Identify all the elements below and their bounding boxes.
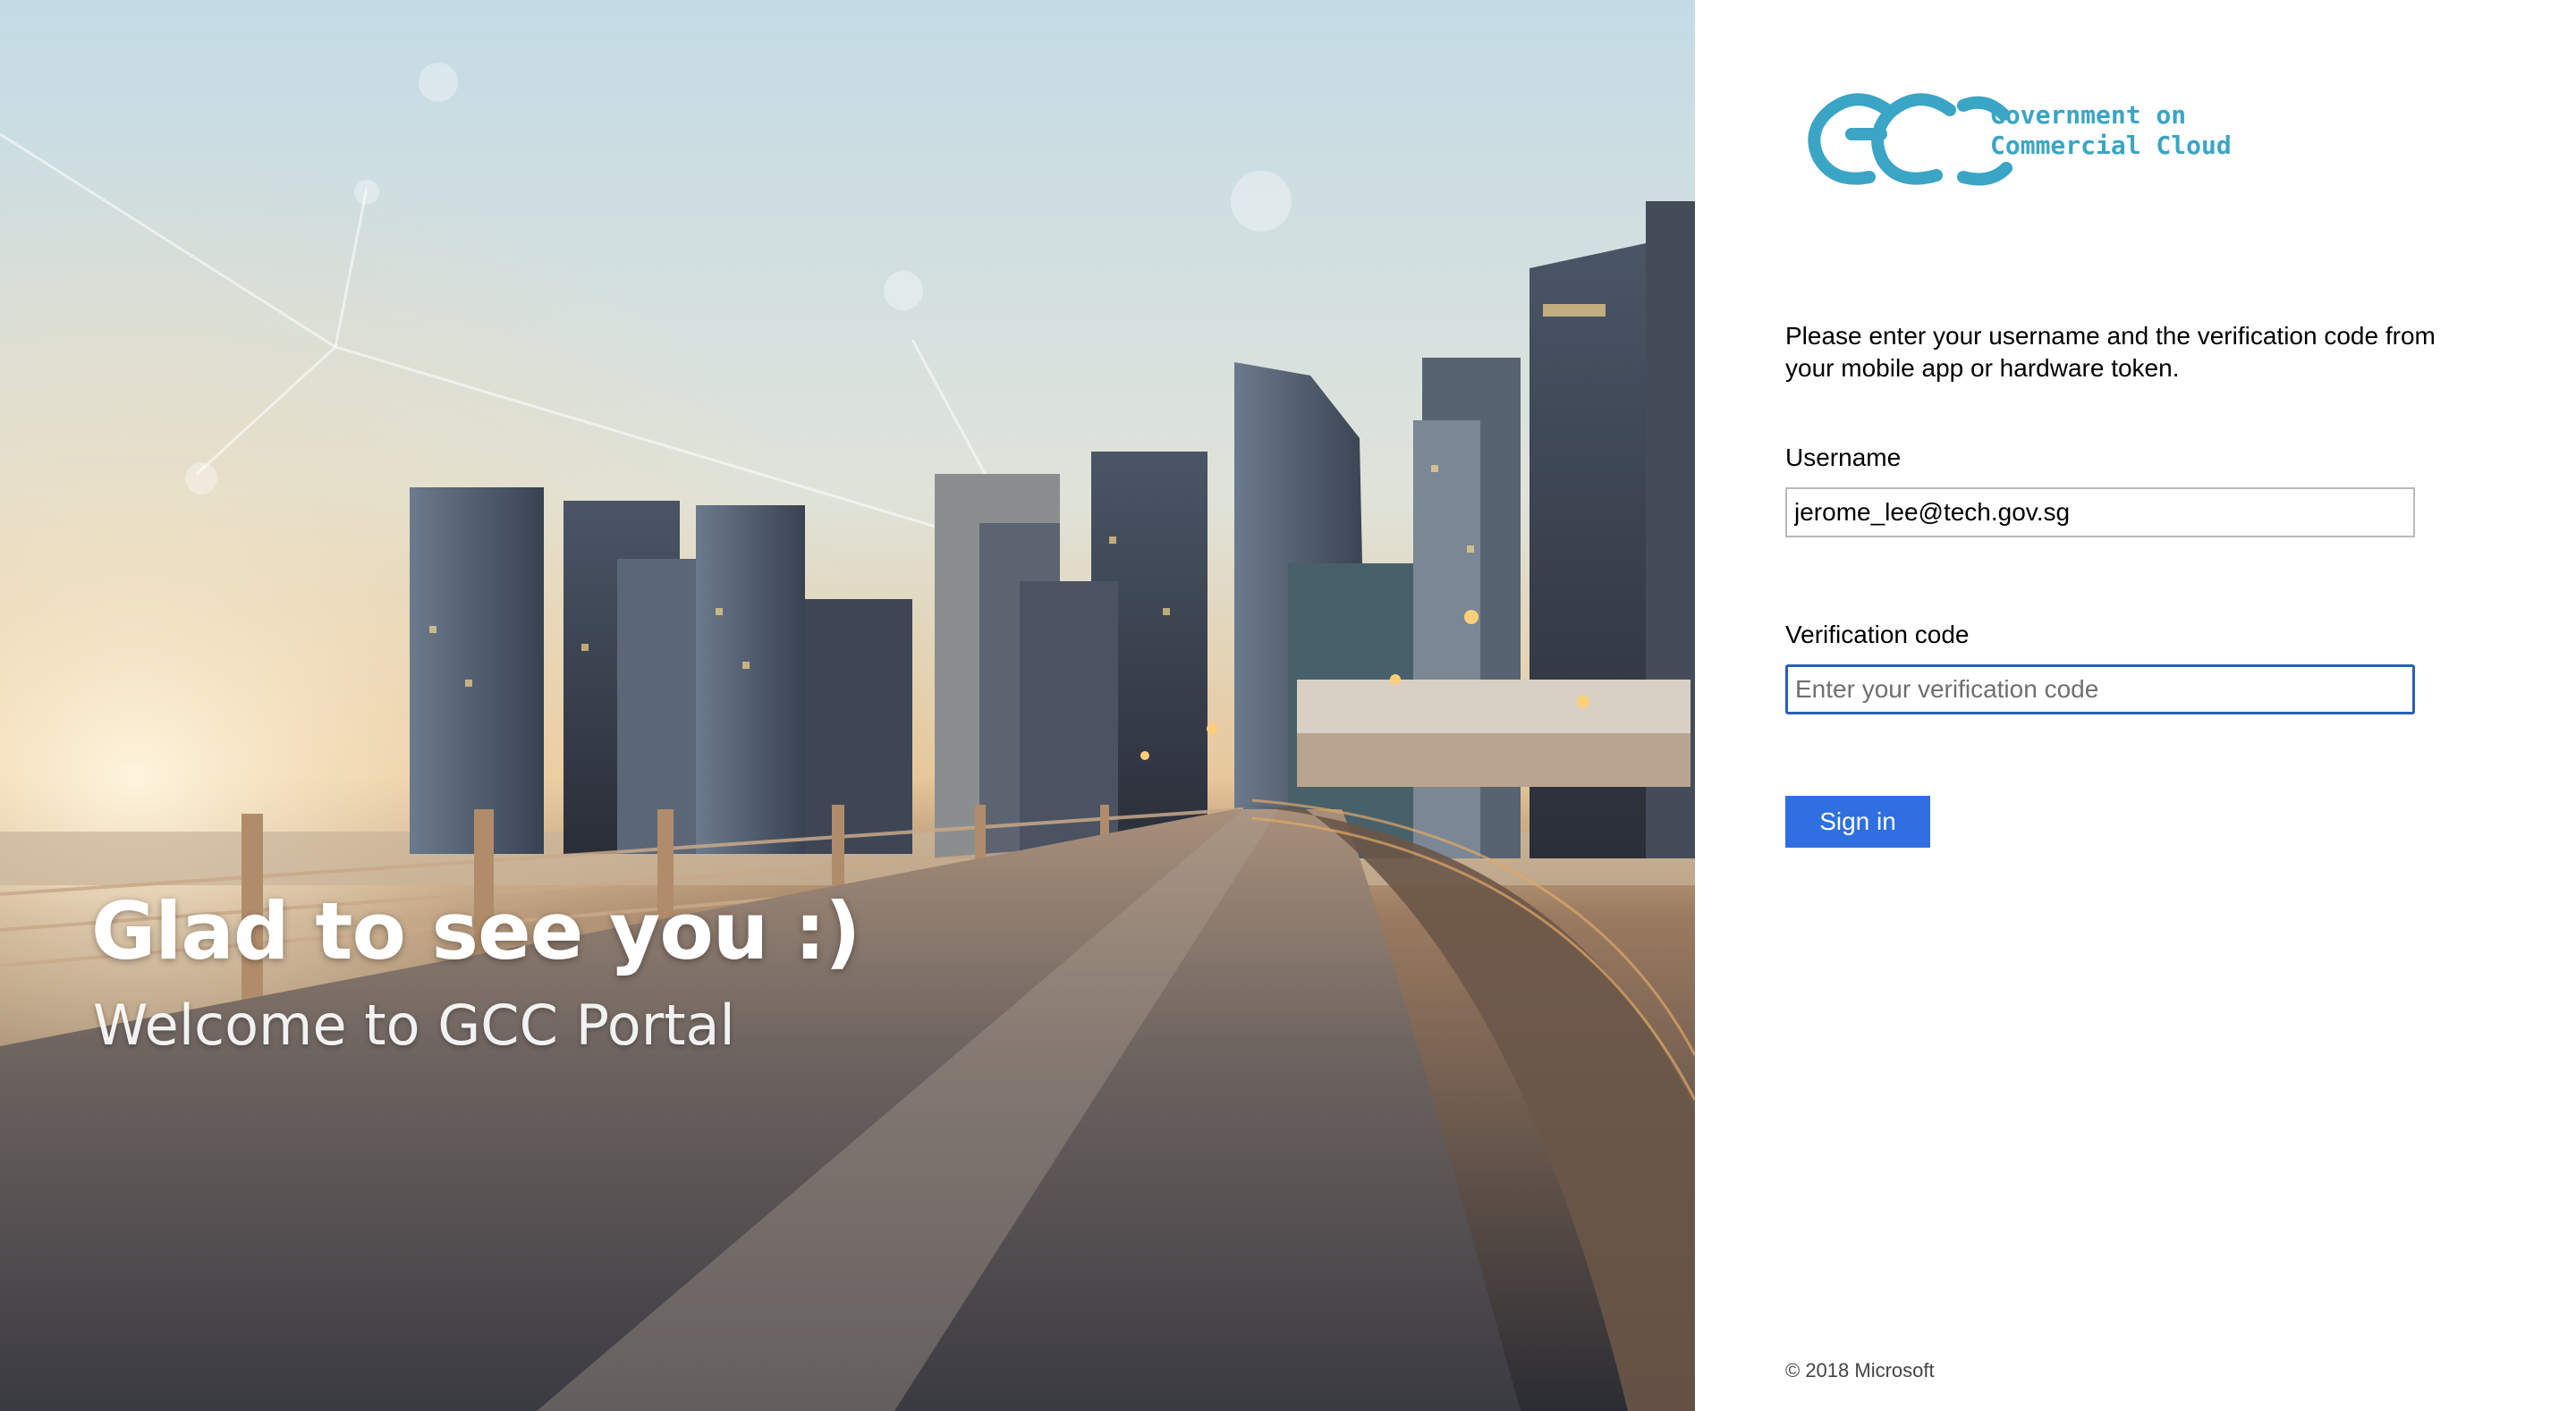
instructions-text: Please enter your username and the verif… xyxy=(1785,322,2436,382)
logo-wordmark: Government on Commercial Cloud xyxy=(1990,100,2232,161)
username-input[interactable] xyxy=(1785,487,2415,537)
username-label: Username xyxy=(1785,444,1902,471)
sign-in-panel: Government on Commercial Cloud Please en… xyxy=(1695,0,2576,1411)
hero-image: Glad to see you :) Welcome to GCC Portal xyxy=(0,0,1695,1411)
city-skyline-illustration xyxy=(0,0,1695,1411)
verification-code-label: Verification code xyxy=(1785,621,1970,648)
hero-title: Glad to see you :) xyxy=(91,885,860,977)
logo-line-2: Commercial Cloud xyxy=(1990,131,2232,160)
hero-subtitle: Welcome to GCC Portal xyxy=(93,993,735,1058)
sign-in-page: Glad to see you :) Welcome to GCC Portal… xyxy=(0,0,2576,1411)
verification-code-input[interactable] xyxy=(1785,664,2415,714)
logo-line-1: Government on xyxy=(1990,100,2187,130)
copyright-footer: © 2018 Microsoft xyxy=(1785,1359,1935,1381)
sign-in-button[interactable]: Sign in xyxy=(1785,796,1930,848)
